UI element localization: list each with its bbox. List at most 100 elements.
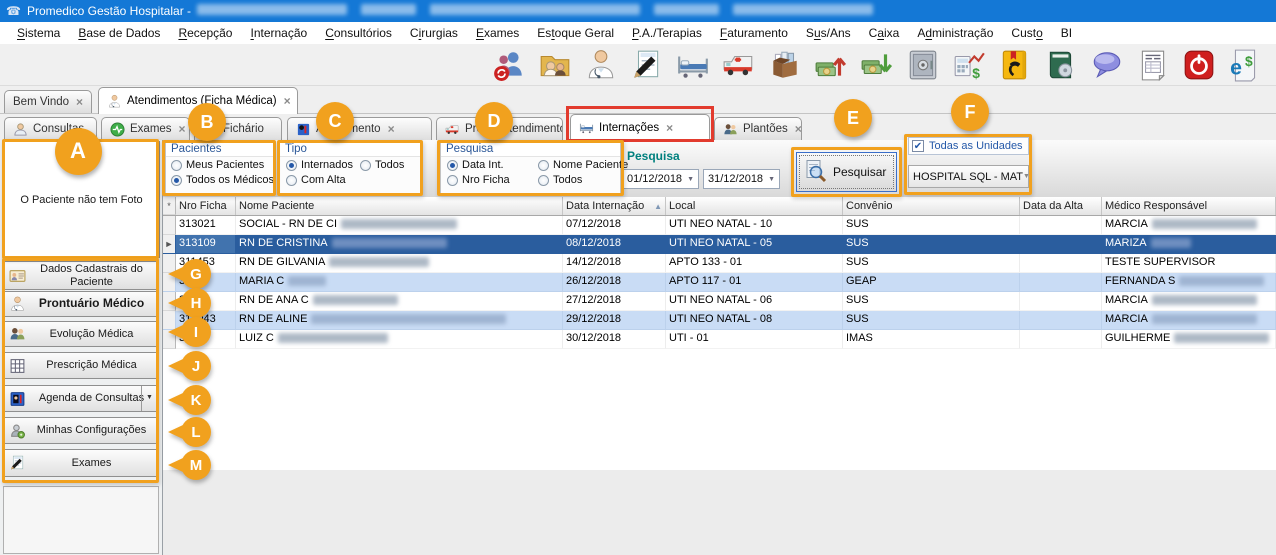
tab-interna-es[interactable]: Internações× (570, 114, 710, 140)
radio-nro-ficha[interactable]: Nro Ficha (447, 174, 510, 186)
contract-icon[interactable] (630, 48, 664, 82)
sidebar-button-evolu-o-m-dica[interactable]: Evolução Médica (3, 321, 158, 347)
radio-button-icon[interactable] (360, 160, 371, 171)
radio-button-icon[interactable] (447, 175, 458, 186)
table-row[interactable]: 3136RN DE ANA C27/12/2018UTI NEO NATAL -… (163, 292, 1276, 311)
radio-todos[interactable]: Todos (360, 159, 404, 171)
tab-fich-rio[interactable]: Fichário (194, 117, 282, 140)
supplies-icon[interactable] (768, 48, 802, 82)
tab-pronto-atendimento[interactable]: Pronto Atendimento× (436, 117, 563, 140)
radio-data-int-[interactable]: Data Int. (447, 159, 504, 171)
close-tab-icon[interactable]: × (76, 95, 83, 109)
close-tab-icon[interactable]: × (179, 122, 186, 136)
sidebar-button-dados-cadastrais-do-paciente[interactable]: Dados Cadastrais do Paciente (3, 261, 158, 290)
menu-item-faturamento[interactable]: Faturamento (711, 24, 797, 42)
column-header-conv-nio[interactable]: Convênio (843, 197, 1020, 215)
sync-users-icon[interactable] (492, 48, 526, 82)
close-tab-icon[interactable]: × (795, 122, 802, 136)
tab-exames[interactable]: Exames × (101, 117, 190, 140)
menu-item-interna-o[interactable]: Internação (241, 24, 316, 42)
menu-item-recep-o[interactable]: Recepção (169, 24, 241, 42)
table-row[interactable]: 313LUIZ C30/12/2018UTI - 01IMASGUILHERME (163, 330, 1276, 349)
column-header-data-da-alta[interactable]: Data da Alta (1020, 197, 1102, 215)
tab-label: Exames (130, 123, 172, 135)
radio-nome-paciente[interactable]: Nome Paciente (538, 159, 628, 171)
menu-item-estoque-geral[interactable]: Estoque Geral (528, 24, 623, 42)
menu-item-custo[interactable]: Custo (1002, 24, 1051, 42)
radio-todos[interactable]: Todos (538, 174, 582, 186)
power-icon[interactable] (1182, 48, 1216, 82)
radio-meus-pacientes[interactable]: Meus Pacientes (171, 159, 264, 171)
safe-icon[interactable] (906, 48, 940, 82)
column-header-nro-ficha[interactable]: Nro Ficha (176, 197, 236, 215)
hospital-bed-icon[interactable] (676, 48, 710, 82)
doctor-icon[interactable] (584, 48, 618, 82)
menu-item-p-a-terapias[interactable]: P.A./Terapias (623, 24, 711, 42)
table-row[interactable]: 313021SOCIAL - RN DE CI07/12/2018UTI NEO… (163, 216, 1276, 235)
menu-item-base-de-dados[interactable]: Base de Dados (69, 24, 169, 42)
phone-book-icon[interactable] (998, 48, 1032, 82)
ambulance-icon[interactable] (722, 48, 756, 82)
chevron-down-icon[interactable]: ▼ (141, 386, 157, 411)
table-row[interactable]: 317043RN DE ALINE29/12/2018UTI NEO NATAL… (163, 311, 1276, 330)
money-down-icon[interactable] (860, 48, 894, 82)
radio-todos-os-m-dicos[interactable]: Todos os Médicos (171, 174, 274, 186)
radio-com-alta[interactable]: Com Alta (286, 174, 346, 186)
tab-consultas[interactable]: Consultas (4, 117, 97, 140)
column-header-nome-paciente[interactable]: Nome Paciente (236, 197, 563, 215)
radio-label: Nome Paciente (553, 159, 628, 171)
radio-button-icon[interactable] (538, 160, 549, 171)
table-row[interactable]: 311453RN DE GILVANIA14/12/2018APTO 133 -… (163, 254, 1276, 273)
sidebar-button-prontu-rio-m-dico[interactable]: Prontuário Médico (3, 291, 158, 317)
sidebar-button-agenda-de-consultas[interactable]: Agenda de Consultas▼ (3, 385, 158, 412)
sidebar-button-minhas-configura-es[interactable]: Minhas Configurações (3, 417, 158, 444)
close-tab-icon[interactable]: × (388, 122, 395, 136)
tab-label: Plantões (743, 123, 788, 135)
tab-atendimentos-ficha-m-dica-[interactable]: Atendimentos (Ficha Médica)× (98, 87, 298, 114)
dropdown-arrow-icon[interactable]: ▼ (768, 176, 775, 183)
menu-item-caixa[interactable]: Caixa (860, 24, 909, 42)
all-units-checkbox-row[interactable]: ✔ Todas as Unidades (908, 137, 1029, 155)
e-billing-icon[interactable]: e$ (1228, 48, 1262, 82)
dropdown-arrow-icon[interactable]: ▼ (1023, 173, 1030, 180)
tab-atendimento[interactable]: Atendimento× (287, 117, 432, 140)
radio-button-icon[interactable] (286, 160, 297, 171)
dropdown-arrow-icon[interactable]: ▼ (687, 176, 694, 183)
radio-button-icon[interactable] (447, 160, 458, 171)
menu-item-sistema[interactable]: Sistema (8, 24, 69, 42)
column-header-data-interna-o[interactable]: Data Internação▲ (563, 197, 666, 215)
menu-item-consult-rios[interactable]: Consultórios (316, 24, 401, 42)
tab-bem-vindo[interactable]: Bem Vindo× (4, 90, 92, 113)
date-to-combo[interactable]: 31/12/2018 ▼ (703, 169, 780, 189)
radio-internados[interactable]: Internados (286, 159, 353, 171)
close-tab-icon[interactable]: × (284, 94, 291, 108)
finance-chart-icon[interactable]: $ (952, 48, 986, 82)
radio-button-icon[interactable] (171, 175, 182, 186)
column-header-local[interactable]: Local (666, 197, 843, 215)
manual-book-icon[interactable] (1044, 48, 1078, 82)
patients-folder-icon[interactable] (538, 48, 572, 82)
money-up-icon[interactable] (814, 48, 848, 82)
hospital-bed-icon (579, 120, 594, 135)
menu-item-cirurgias[interactable]: Cirurgias (401, 24, 467, 42)
search-button[interactable]: Pesquisar (796, 152, 897, 192)
tab-plant-es[interactable]: Plantões × (714, 117, 802, 140)
menu-item-bi[interactable]: BI (1052, 24, 1081, 42)
date-from-combo[interactable]: 01/12/2018 ▼ (622, 169, 699, 189)
close-tab-icon[interactable]: × (666, 121, 673, 135)
sidebar-button-exames[interactable]: Exames (3, 449, 158, 477)
radio-button-icon[interactable] (538, 175, 549, 186)
column-header-m-dico-respons-vel[interactable]: Médico Responsável (1102, 197, 1276, 215)
invoice-icon[interactable] (1136, 48, 1170, 82)
table-row[interactable]: 313MARIA C26/12/2018APTO 117 - 01GEAPFER… (163, 273, 1276, 292)
table-row[interactable]: ►313109RN DE CRISTINA08/12/2018UTI NEO N… (163, 235, 1276, 254)
menu-item-sus-ans[interactable]: Sus/Ans (797, 24, 860, 42)
radio-button-icon[interactable] (286, 175, 297, 186)
chat-icon[interactable] (1090, 48, 1124, 82)
radio-button-icon[interactable] (171, 160, 182, 171)
menu-item-exames[interactable]: Exames (467, 24, 528, 42)
menu-item-administra-o[interactable]: Administração (908, 24, 1002, 42)
sidebar-button-prescri-o-m-dica[interactable]: Prescrição Médica (3, 352, 158, 379)
unit-select[interactable]: HOSPITAL SQL - MAT ▼ (908, 165, 1029, 188)
checkbox-checked-icon[interactable]: ✔ (912, 140, 924, 152)
